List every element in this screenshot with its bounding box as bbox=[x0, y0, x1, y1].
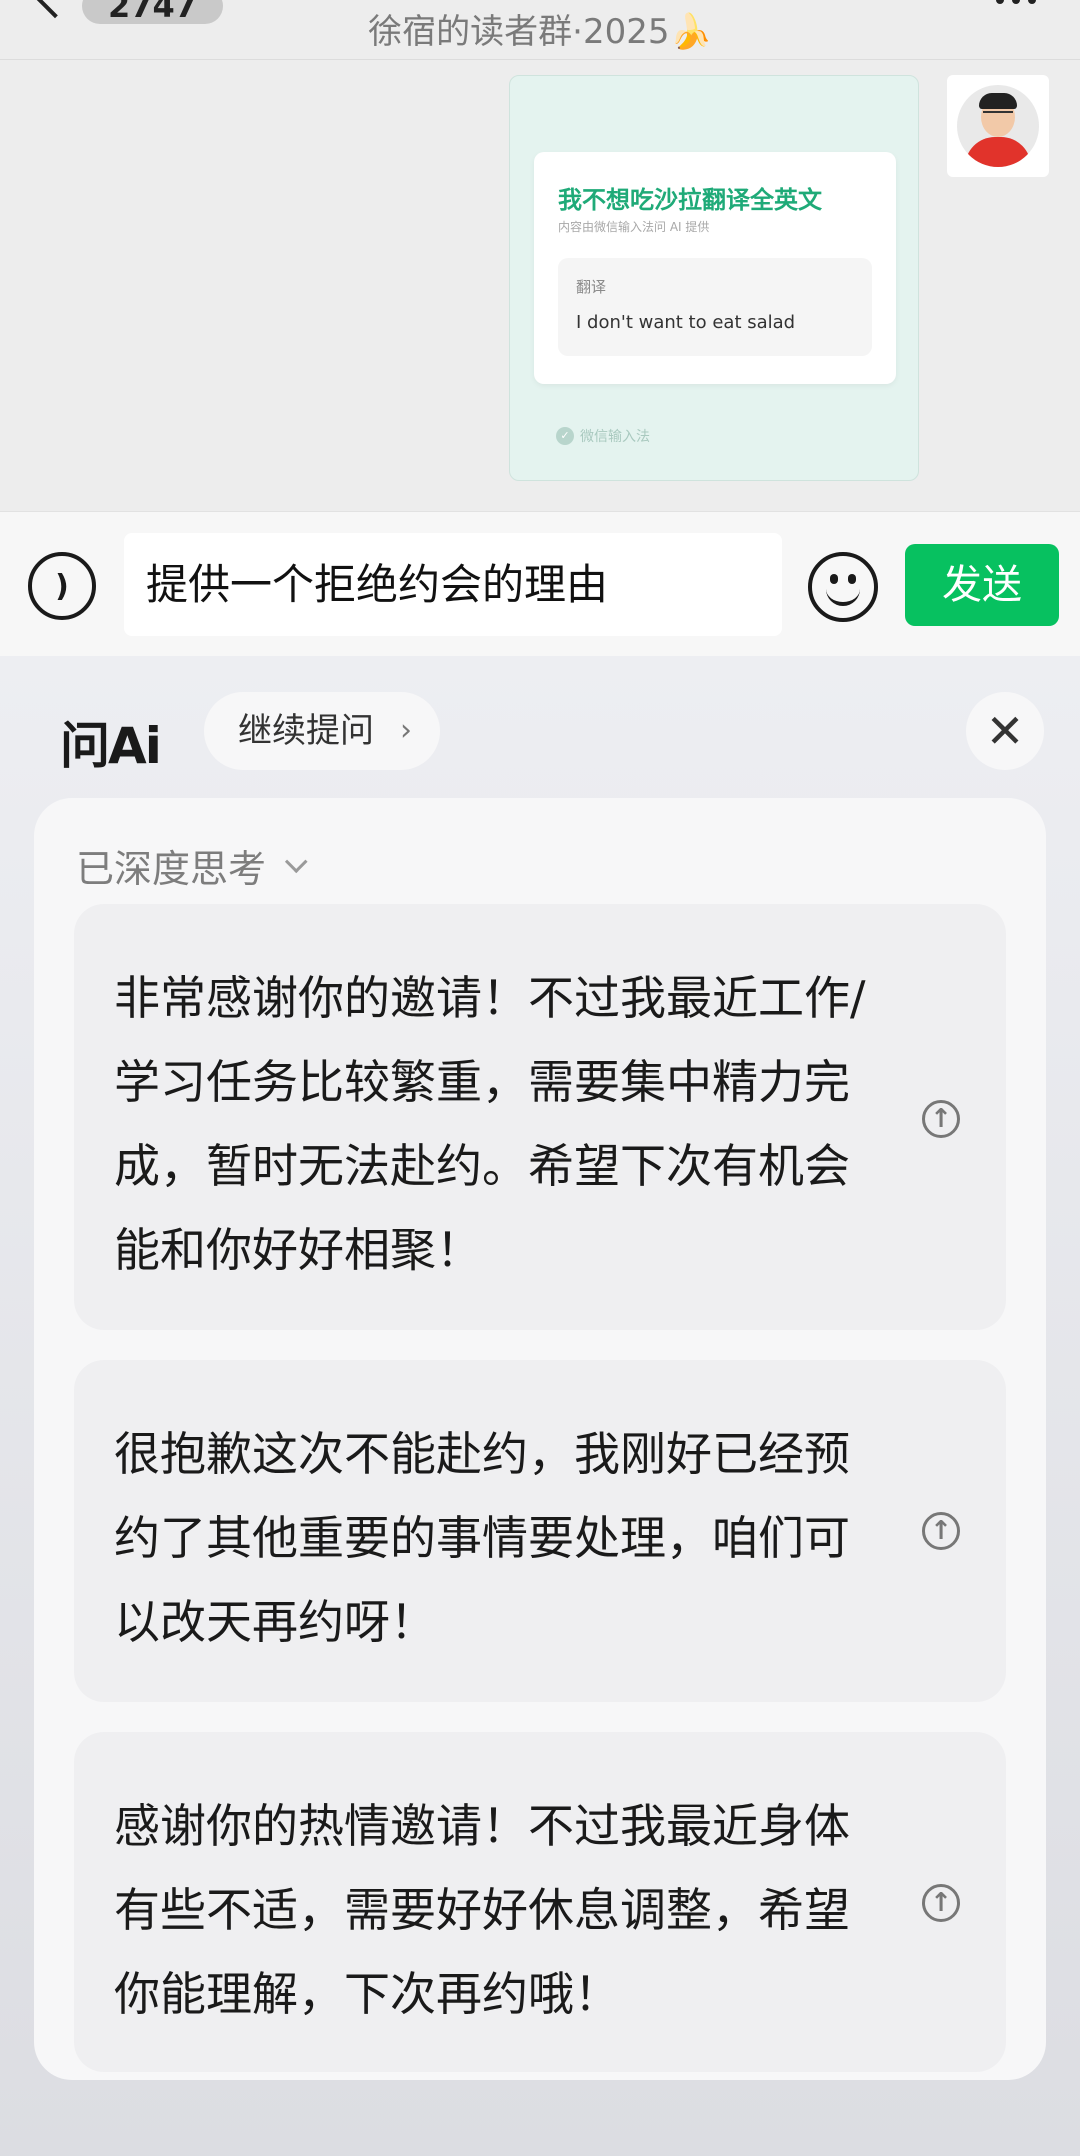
suggestion-option[interactable]: 非常感谢你的邀请！不过我最近工作/学习任务比较繁重，需要集中精力完成，暂时无法赴… bbox=[74, 904, 1006, 1330]
translation-panel: 我不想吃沙拉翻译全英文 内容由微信输入法问 AI 提供 翻译 I don't w… bbox=[534, 152, 896, 384]
thinking-label: 已深度思考 bbox=[76, 847, 267, 891]
follow-up-label: 继续提问 bbox=[238, 711, 374, 751]
top-nav: 2747 徐宿的读者群·2025🍌 bbox=[0, 0, 1080, 60]
message-input[interactable]: 提供一个拒绝约会的理由 bbox=[124, 533, 782, 636]
chevron-right-icon: › bbox=[400, 713, 412, 748]
emoji-icon[interactable] bbox=[808, 552, 878, 622]
ai-panel: 问Ai 继续提问 › ✕ 已深度思考 非常感谢你的邀请！不过我最近工作/学习任务… bbox=[0, 656, 1080, 2156]
voice-icon[interactable]: ) bbox=[28, 552, 96, 620]
suggestion-option[interactable]: 很抱歉这次不能赴约，我刚好已经预约了其他重要的事情要处理，咱们可以改天再约呀！ … bbox=[74, 1360, 1006, 1702]
sender-avatar[interactable] bbox=[947, 75, 1049, 177]
deep-thinking-toggle[interactable]: 已深度思考 bbox=[76, 838, 308, 893]
suggestion-text: 很抱歉这次不能赴约，我刚好已经预约了其他重要的事情要处理，咱们可以改天再约呀！ bbox=[114, 1427, 850, 1649]
shared-translation-card[interactable]: 我不想吃沙拉翻译全英文 内容由微信输入法问 AI 提供 翻译 I don't w… bbox=[509, 75, 919, 481]
insert-arrow-icon[interactable]: ↑ bbox=[922, 1100, 960, 1138]
close-button[interactable]: ✕ bbox=[966, 692, 1044, 770]
more-options-icon[interactable] bbox=[996, 0, 1036, 4]
follow-up-button[interactable]: 继续提问 › bbox=[204, 692, 440, 770]
translation-box: 翻译 I don't want to eat salad bbox=[558, 258, 872, 356]
wechat-input-icon: ✓ bbox=[556, 427, 574, 445]
chat-area: 我不想吃沙拉翻译全英文 内容由微信输入法问 AI 提供 翻译 I don't w… bbox=[0, 61, 1080, 511]
input-bar: ) 提供一个拒绝约会的理由 发送 bbox=[0, 511, 1080, 656]
suggestion-text: 感谢你的热情邀请！不过我最近身体有些不适，需要好好休息调整，希望你能理解，下次再… bbox=[114, 1799, 850, 2021]
translation-label: 翻译 bbox=[576, 278, 607, 296]
insert-arrow-icon[interactable]: ↑ bbox=[922, 1512, 960, 1550]
translation-text: I don't want to eat salad bbox=[576, 312, 796, 333]
avatar-image bbox=[957, 85, 1039, 167]
ai-logo: 问Ai bbox=[60, 717, 162, 775]
send-button[interactable]: 发送 bbox=[905, 544, 1059, 626]
suggestion-text: 非常感谢你的邀请！不过我最近工作/学习任务比较繁重，需要集中精力完成，暂时无法赴… bbox=[114, 971, 866, 1277]
suggestion-option[interactable]: 感谢你的热情邀请！不过我最近身体有些不适，需要好好休息调整，希望你能理解，下次再… bbox=[74, 1732, 1006, 2072]
insert-arrow-icon[interactable]: ↑ bbox=[922, 1884, 960, 1922]
chat-title: 徐宿的读者群·2025🍌 bbox=[368, 12, 712, 52]
card-subtitle: 内容由微信输入法问 AI 提供 bbox=[558, 220, 710, 234]
card-footer: ✓ 微信输入法 bbox=[556, 426, 650, 446]
ai-result-card: 已深度思考 非常感谢你的邀请！不过我最近工作/学习任务比较繁重，需要集中精力完成… bbox=[34, 798, 1046, 2080]
card-footer-label: 微信输入法 bbox=[580, 429, 650, 445]
chevron-down-icon bbox=[284, 849, 308, 873]
card-title: 我不想吃沙拉翻译全英文 bbox=[558, 186, 822, 214]
